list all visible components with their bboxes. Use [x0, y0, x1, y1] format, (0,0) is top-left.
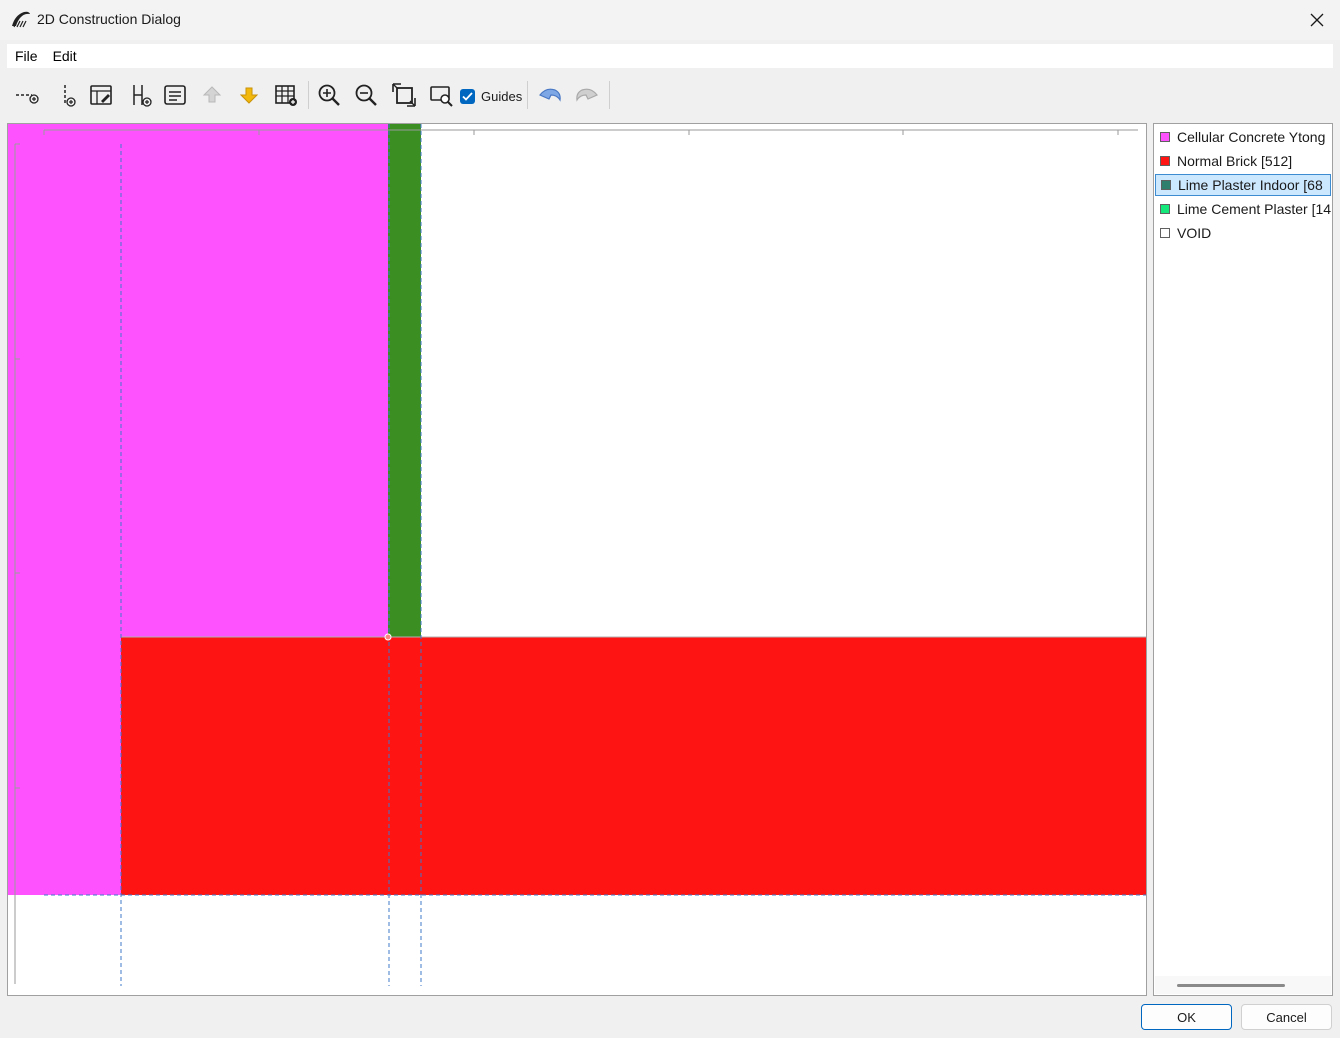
grid-table-button[interactable] — [271, 80, 301, 110]
guides-label: Guides — [481, 88, 523, 104]
undo-button[interactable] — [535, 80, 565, 110]
add-horizontal-line-icon — [16, 94, 39, 104]
title-bar: 2D Construction Dialog — [0, 0, 1340, 40]
app-icon — [10, 9, 32, 29]
checkbox-check-icon — [460, 88, 475, 104]
zoom-out-icon — [355, 84, 377, 106]
redo-button[interactable] — [572, 80, 602, 110]
close-icon — [1310, 13, 1324, 27]
material-swatch — [1160, 228, 1170, 238]
legend-item-void[interactable]: VOID — [1155, 222, 1331, 244]
legend-item-label: Cellular Concrete Ytong — [1177, 129, 1326, 145]
menu-edit[interactable]: Edit — [45, 44, 84, 68]
split-icon — [133, 85, 152, 107]
zoom-out-button[interactable] — [351, 80, 381, 110]
material-swatch — [1161, 180, 1171, 190]
ok-button[interactable]: OK — [1141, 1004, 1232, 1030]
legend-item-normal-brick[interactable]: Normal Brick [512] — [1155, 150, 1331, 172]
properties-button[interactable] — [160, 80, 190, 110]
grid-table-icon — [275, 85, 297, 106]
edit-table-icon — [90, 85, 112, 105]
legend-item-label: Lime Plaster Indoor [68 — [1178, 177, 1323, 193]
properties-icon — [164, 85, 186, 105]
add-vertical-line-icon — [64, 85, 76, 107]
menu-file[interactable]: File — [7, 44, 45, 68]
add-split-button[interactable] — [126, 80, 156, 110]
arrow-up-icon — [202, 86, 222, 103]
move-up-button[interactable] — [197, 80, 227, 110]
legend-item-lime-plaster-indoor[interactable]: Lime Plaster Indoor [68 — [1155, 174, 1331, 196]
vertex-handle[interactable] — [384, 633, 392, 641]
redo-icon — [576, 88, 598, 102]
toolbar-separator — [308, 81, 309, 109]
zoom-selection-icon — [430, 86, 453, 107]
menu-bar: File Edit — [7, 44, 1333, 68]
window-title: 2D Construction Dialog — [37, 11, 181, 27]
cancel-button[interactable]: Cancel — [1241, 1004, 1332, 1030]
toolbar-separator — [527, 81, 528, 109]
add-vertical-line-button[interactable] — [52, 80, 82, 110]
add-horizontal-line-button[interactable] — [12, 80, 42, 110]
toolbar: Guides — [7, 78, 1333, 114]
zoom-fit-icon — [392, 83, 416, 107]
normal-brick-region[interactable] — [121, 637, 1147, 895]
edit-table-button[interactable] — [86, 80, 116, 110]
zoom-in-icon — [318, 84, 340, 106]
legend-horizontal-scrollbar[interactable] — [1155, 976, 1331, 994]
scrollbar-thumb[interactable] — [1177, 984, 1285, 987]
undo-icon — [539, 88, 561, 102]
material-swatch — [1160, 132, 1170, 142]
close-button[interactable] — [1294, 0, 1340, 40]
arrow-down-icon — [239, 87, 259, 104]
legend-item-label: VOID — [1177, 225, 1212, 241]
legend-item-label: Lime Cement Plaster [14 — [1177, 201, 1331, 217]
zoom-fit-button[interactable] — [389, 80, 419, 110]
plaster-strip-region[interactable] — [388, 124, 421, 637]
zoom-in-button[interactable] — [314, 80, 344, 110]
zoom-selection-button[interactable] — [426, 80, 456, 110]
move-down-button[interactable] — [234, 80, 264, 110]
material-swatch — [1160, 156, 1170, 166]
toolbar-separator — [609, 81, 610, 109]
guides-checkbox[interactable]: Guides — [460, 86, 522, 106]
material-legend: Cellular Concrete Ytong Normal Brick [51… — [1153, 123, 1333, 996]
legend-item-cellular-concrete[interactable]: Cellular Concrete Ytong — [1155, 126, 1331, 148]
legend-item-lime-cement-plaster[interactable]: Lime Cement Plaster [14 — [1155, 198, 1331, 220]
material-swatch — [1160, 204, 1170, 214]
construction-drawing[interactable] — [8, 124, 1147, 996]
construction-canvas[interactable] — [7, 123, 1147, 996]
legend-item-label: Normal Brick [512] — [1177, 153, 1293, 169]
